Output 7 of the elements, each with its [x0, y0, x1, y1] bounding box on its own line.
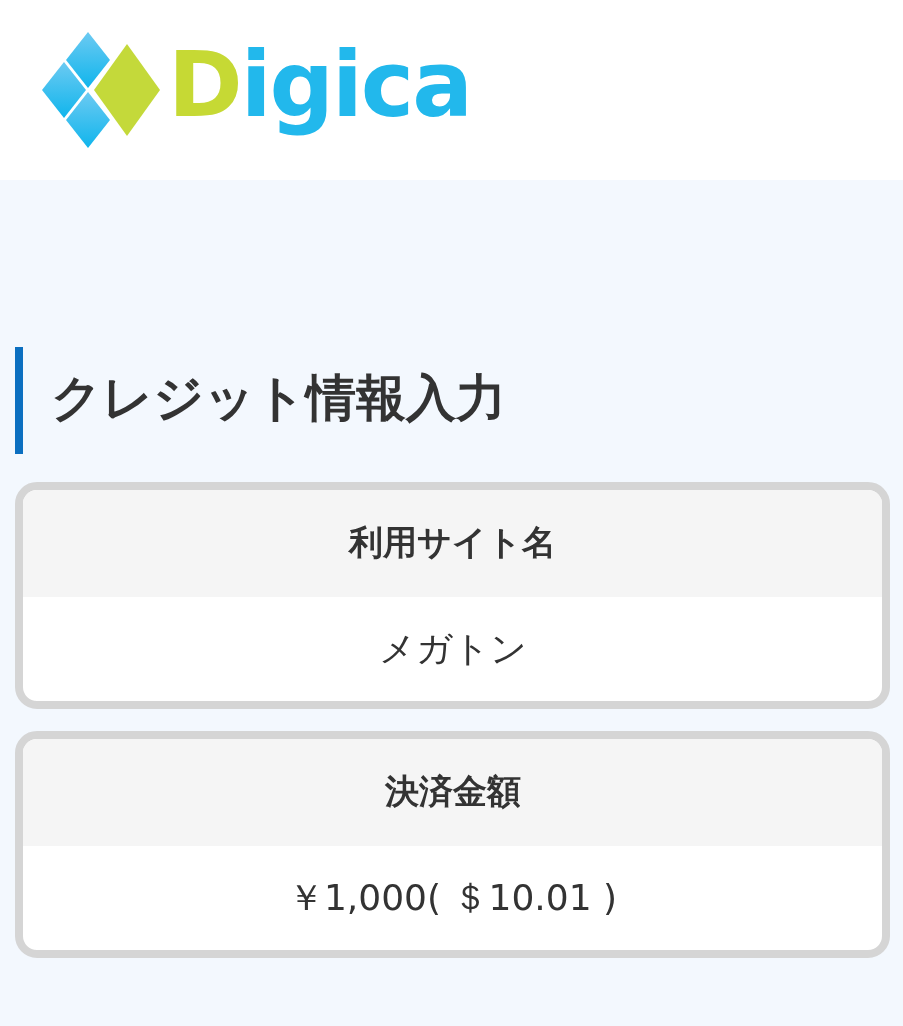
logo-mark-icon	[42, 32, 160, 148]
page-heading: クレジット情報入力	[15, 347, 890, 454]
card-value: メガトン	[377, 627, 528, 671]
card-label: 決済金額	[23, 739, 882, 846]
card-value: ￥1,000( ＄10.01 )	[286, 876, 619, 920]
card-label: 利用サイト名	[23, 490, 882, 597]
logo-text: Digica	[168, 30, 471, 139]
